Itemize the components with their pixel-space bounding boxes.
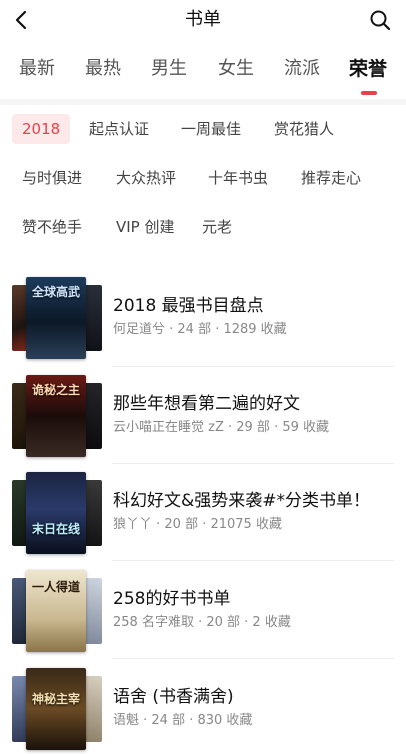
booklist-meta: 何足道兮 · 24 部 · 1289 收藏 [113,322,287,337]
cover-image: 神秘主宰 [26,668,86,750]
filter-chip-vip-created[interactable]: VIP 创建 [106,212,185,242]
booklist-title: 科幻好文&强势来袭#*分类书单！ [113,491,370,511]
tab-latest[interactable]: 最新 [12,52,62,86]
filter-chip-veteran[interactable]: 元老 [192,212,242,242]
filter-chip-2018[interactable]: 2018 [12,114,71,144]
cover-title: 诡秘之主 [31,383,80,397]
booklist-meta: 258 名字难取 · 20 部 · 2 收藏 [113,615,291,630]
cover-stack: 一人得道 [12,570,104,652]
cover-image: 全球高武 [26,277,86,359]
category-tabs: 最新 最热 男生 女生 流派 荣誉 [0,52,406,96]
top-bar: 书单 [0,0,406,40]
booklist-title: 2018 最强书目盘点 [113,296,264,316]
booklist-item[interactable]: 末日在线 科幻好文&强势来袭#*分类书单！ 狼丫丫 · 20 部 · 21075… [0,472,406,568]
active-tab-indicator [361,91,377,95]
section-divider [0,99,406,105]
cover-image: 诡秘之主 [26,375,86,457]
booklist-item[interactable]: 神秘主宰 语舍 (书香满舍) 语魁 · 24 部 · 830 收藏 [0,668,406,754]
filter-chip-qidian-certified[interactable]: 起点认证 [79,114,159,144]
row-divider [112,366,394,367]
booklist-title: 那些年想看第二遍的好文 [113,394,300,414]
cover-stack: 诡秘之主 [12,375,104,457]
row-divider [112,560,394,561]
booklist-title: 语舍 (书香满舍) [113,687,234,707]
cover-stack: 神秘主宰 [12,668,104,750]
cover-image: 末日在线 [26,472,86,554]
row-divider [112,658,394,659]
filter-chip-flower-hunter[interactable]: 赏花猎人 [264,114,344,144]
tab-male[interactable]: 男生 [144,52,194,86]
tab-hottest[interactable]: 最热 [78,52,128,86]
booklist-item[interactable]: 诡秘之主 那些年想看第二遍的好文 云小喵正在睡觉 zZ · 29 部 · 59 … [0,375,406,471]
filter-chip-ten-year-reader[interactable]: 十年书虫 [198,163,278,193]
booklist-title: 258的好书书单 [113,589,231,609]
filter-chip-praise[interactable]: 赞不绝手 [12,212,92,242]
booklist-item[interactable]: 全球高武 2018 最强书目盘点 何足道兮 · 24 部 · 1289 收藏 [0,277,406,373]
tab-genre[interactable]: 流派 [277,52,327,86]
cover-title: 一人得道 [31,580,80,594]
booklist-meta: 狼丫丫 · 20 部 · 21075 收藏 [113,517,282,532]
row-divider [112,463,394,464]
cover-image: 一人得道 [26,570,86,652]
filter-chip-popular-reviews[interactable]: 大众热评 [106,163,186,193]
cover-title: 末日在线 [31,522,80,536]
cover-title: 全球高武 [31,285,80,299]
booklist-meta: 云小喵正在睡觉 zZ · 29 部 · 59 收藏 [113,420,330,435]
search-button[interactable] [368,8,392,32]
tab-female[interactable]: 女生 [211,52,261,86]
cover-stack: 全球高武 [12,277,104,359]
filter-chip-heartfelt-picks[interactable]: 推荐走心 [291,163,371,193]
cover-title: 神秘主宰 [31,692,80,706]
cover-stack: 末日在线 [12,472,104,554]
filter-chip-up-to-date[interactable]: 与时俱进 [12,163,92,193]
page-title: 书单 [185,9,221,30]
filter-chip-weekly-best[interactable]: 一周最佳 [171,114,251,144]
tab-honor[interactable]: 荣誉 [343,52,393,86]
search-icon [370,10,391,31]
booklist-item[interactable]: 一人得道 258的好书书单 258 名字难取 · 20 部 · 2 收藏 [0,570,406,666]
booklist-meta: 语魁 · 24 部 · 830 收藏 [113,713,253,728]
